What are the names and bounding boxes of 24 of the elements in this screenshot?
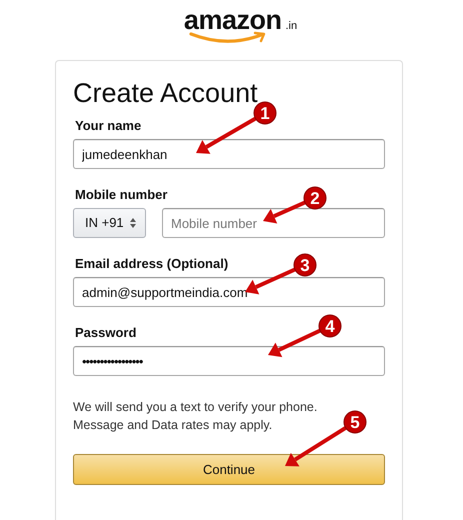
- arrow: [245, 267, 297, 294]
- amazon-logo[interactable]: amazon.in: [184, 6, 298, 60]
- input-field[interactable]: jumedeenkhan: [73, 139, 385, 169]
- step-number-badge: 3: [294, 254, 316, 276]
- step-number-badge: 1: [254, 102, 276, 124]
- notice-text: Message and Data rates may apply.: [73, 417, 272, 434]
- field-label: Mobile number: [75, 187, 168, 203]
- field-label: Password: [75, 325, 136, 341]
- arrow: [196, 116, 258, 154]
- arrow: [268, 328, 322, 358]
- mobile-number-field[interactable]: Mobile number: [162, 208, 385, 238]
- arrow: [263, 200, 307, 224]
- step-number-badge: 4: [318, 314, 342, 338]
- field-label: Email address (Optional): [75, 256, 228, 272]
- updown-caret-icon: [130, 218, 136, 228]
- step-number-badge: 5: [344, 410, 366, 434]
- password-field[interactable]: •••••••••••••••••: [73, 346, 385, 376]
- input-field[interactable]: admin@supportmeindia.com: [73, 277, 385, 307]
- notice-text: We will send you a text to verify your phone.: [73, 399, 318, 416]
- continue-button[interactable]: Continue: [73, 454, 385, 485]
- country-code-select[interactable]: IN +91: [73, 208, 146, 238]
- field-label: Your name: [75, 118, 142, 134]
- step-number-badge: 2: [304, 186, 326, 210]
- arrow: [285, 426, 348, 466]
